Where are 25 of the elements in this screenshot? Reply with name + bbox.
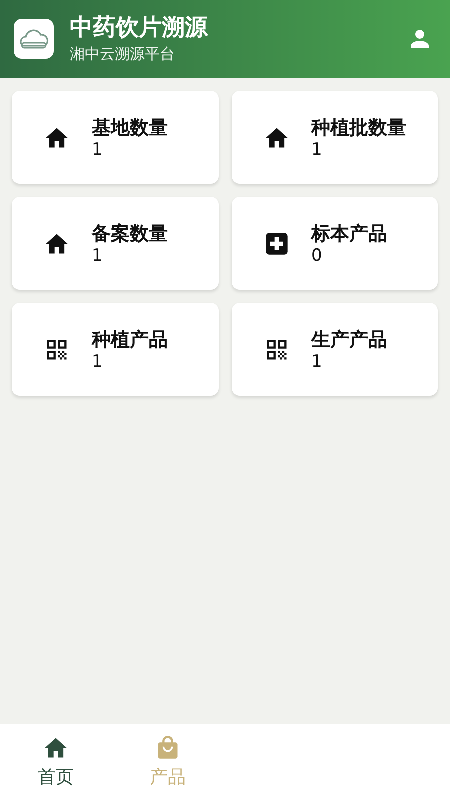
plus-square-icon [264, 230, 290, 256]
stat-label: 基地数量 [92, 116, 168, 140]
stat-label: 备案数量 [92, 222, 168, 246]
stat-value: 1 [92, 352, 104, 372]
stat-value: 1 [312, 352, 324, 372]
user-icon[interactable] [408, 27, 432, 51]
nav-tab[interactable]: 首页 [0, 724, 112, 800]
stat-value: 1 [92, 246, 104, 266]
app-title: 中药饮片溯源 [70, 14, 210, 43]
stat-value: 1 [312, 140, 324, 160]
stat-label: 生产产品 [312, 328, 388, 352]
stat-value: 1 [92, 140, 104, 160]
stat-card[interactable]: 标本产品 0 [232, 197, 438, 290]
stat-label: 种植批数量 [312, 116, 406, 140]
stat-card[interactable]: 生产产品 1 [232, 303, 438, 396]
stat-card[interactable]: 基地数量 1 [12, 91, 218, 184]
cloud-logo-icon [14, 19, 54, 59]
stat-card[interactable]: 种植产品 1 [12, 303, 218, 396]
stat-card[interactable]: 备案数量 1 [12, 197, 218, 290]
stat-value: 0 [312, 246, 324, 266]
shopping-bag-icon [155, 735, 181, 761]
stat-card[interactable]: 种植批数量 1 [232, 91, 438, 184]
stat-label: 标本产品 [312, 222, 388, 246]
stat-label: 种植产品 [92, 328, 168, 352]
app-subtitle: 湘中云溯源平台 [70, 44, 176, 65]
